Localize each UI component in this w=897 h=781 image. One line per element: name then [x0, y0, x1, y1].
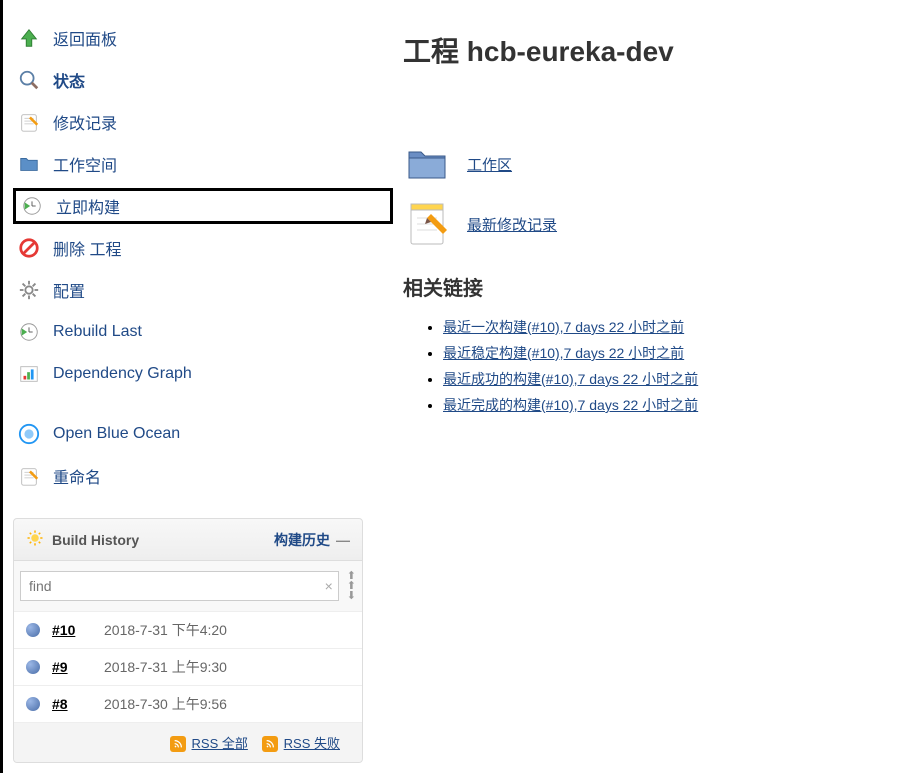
status-ball-icon	[26, 660, 40, 674]
nav-delete-project[interactable]: 删除 工程	[13, 230, 393, 266]
scroll-down-icon[interactable]: ⬇	[347, 591, 356, 601]
search-icon	[17, 68, 41, 92]
nav-label: 修改记录	[53, 110, 117, 134]
nav-label: 删除 工程	[53, 236, 121, 260]
nav-label: 配置	[53, 278, 85, 302]
forbidden-icon	[17, 236, 41, 260]
rss-icon	[262, 736, 278, 752]
build-row[interactable]: #9 2018-7-31 上午9:30	[14, 648, 362, 685]
main-content: 工程 hcb-eureka-dev 工作区 最新修改记录 相关链接 最近一次构建…	[403, 0, 897, 773]
clock-play-icon	[17, 320, 41, 344]
sidebar: 返回面板 状态 修改记录 工作空间 立即构建 删除 工程 配置	[3, 0, 403, 773]
build-row[interactable]: #10 2018-7-31 下午4:20	[14, 611, 362, 648]
notepad-icon	[403, 200, 451, 248]
blue-circle-icon	[17, 422, 41, 446]
clear-search-icon[interactable]: ×	[325, 578, 333, 594]
build-number-link[interactable]: #10	[52, 622, 92, 638]
nav-rename[interactable]: 重命名	[13, 458, 393, 494]
related-link[interactable]: 最近稳定构建(#10),7 days 22 小时之前	[443, 345, 684, 361]
clock-play-icon	[20, 194, 44, 218]
nav-build-now[interactable]: 立即构建	[13, 188, 393, 224]
related-links-title: 相关链接	[403, 272, 877, 301]
status-ball-icon	[26, 697, 40, 711]
build-history-panel: Build History 构建历史 — × ⬆ ⬆ ⬇ #10 2018-7-…	[13, 518, 363, 763]
folder-icon	[17, 152, 41, 176]
nav-back-to-dashboard[interactable]: 返回面板	[13, 20, 393, 56]
build-history-title: Build History	[52, 532, 139, 548]
changes-link-row: 最新修改记录	[403, 200, 877, 248]
related-link[interactable]: 最近成功的构建(#10),7 days 22 小时之前	[443, 371, 698, 387]
nav-label: Dependency Graph	[53, 365, 192, 383]
related-link[interactable]: 最近完成的构建(#10),7 days 22 小时之前	[443, 397, 698, 413]
collapse-icon[interactable]: —	[336, 532, 350, 548]
build-history-header: Build History 构建历史 —	[14, 519, 362, 561]
rss-icon	[170, 736, 186, 752]
build-row[interactable]: #8 2018-7-30 上午9:56	[14, 685, 362, 722]
build-history-subtitle[interactable]: 构建历史	[274, 530, 330, 550]
nav-workspace[interactable]: 工作空间	[13, 146, 393, 182]
sun-icon	[26, 529, 44, 550]
nav-status[interactable]: 状态	[13, 62, 393, 98]
workspace-link[interactable]: 工作区	[467, 154, 512, 175]
build-history-search-input[interactable]	[20, 571, 339, 601]
nav-changes[interactable]: 修改记录	[13, 104, 393, 140]
folder-icon	[403, 140, 451, 188]
up-arrow-icon	[17, 26, 41, 50]
workspace-link-row: 工作区	[403, 140, 877, 188]
notepad-icon	[17, 110, 41, 134]
graph-icon	[17, 362, 41, 386]
nav-configure[interactable]: 配置	[13, 272, 393, 308]
build-history-footer: RSS 全部 RSS 失败	[14, 722, 362, 762]
status-ball-icon	[26, 623, 40, 637]
nav-label: 工作空间	[53, 152, 117, 176]
notepad-icon	[17, 464, 41, 488]
rss-all-link[interactable]: RSS 全部	[192, 736, 248, 751]
nav-open-blue-ocean[interactable]: Open Blue Ocean	[13, 416, 393, 452]
nav-label: 立即构建	[56, 194, 120, 218]
gear-icon	[17, 278, 41, 302]
build-date: 2018-7-31 上午9:30	[104, 657, 227, 677]
nav-rebuild-last[interactable]: Rebuild Last	[13, 314, 393, 350]
build-number-link[interactable]: #8	[52, 696, 92, 712]
page-title: 工程 hcb-eureka-dev	[403, 30, 877, 70]
rss-fail-link[interactable]: RSS 失败	[284, 736, 340, 751]
build-date: 2018-7-31 下午4:20	[104, 620, 227, 640]
related-link[interactable]: 最近一次构建(#10),7 days 22 小时之前	[443, 319, 684, 335]
build-number-link[interactable]: #9	[52, 659, 92, 675]
nav-dependency-graph[interactable]: Dependency Graph	[13, 356, 393, 392]
nav-label: 状态	[53, 68, 85, 92]
build-date: 2018-7-30 上午9:56	[104, 694, 227, 714]
nav-label: Rebuild Last	[53, 323, 142, 341]
related-links-list: 最近一次构建(#10),7 days 22 小时之前 最近稳定构建(#10),7…	[403, 317, 877, 415]
nav-label: 重命名	[53, 464, 101, 488]
changes-link[interactable]: 最新修改记录	[467, 214, 557, 235]
nav-label: Open Blue Ocean	[53, 425, 180, 443]
scroll-arrows: ⬆ ⬆ ⬇	[347, 571, 356, 601]
nav-label: 返回面板	[53, 26, 117, 50]
